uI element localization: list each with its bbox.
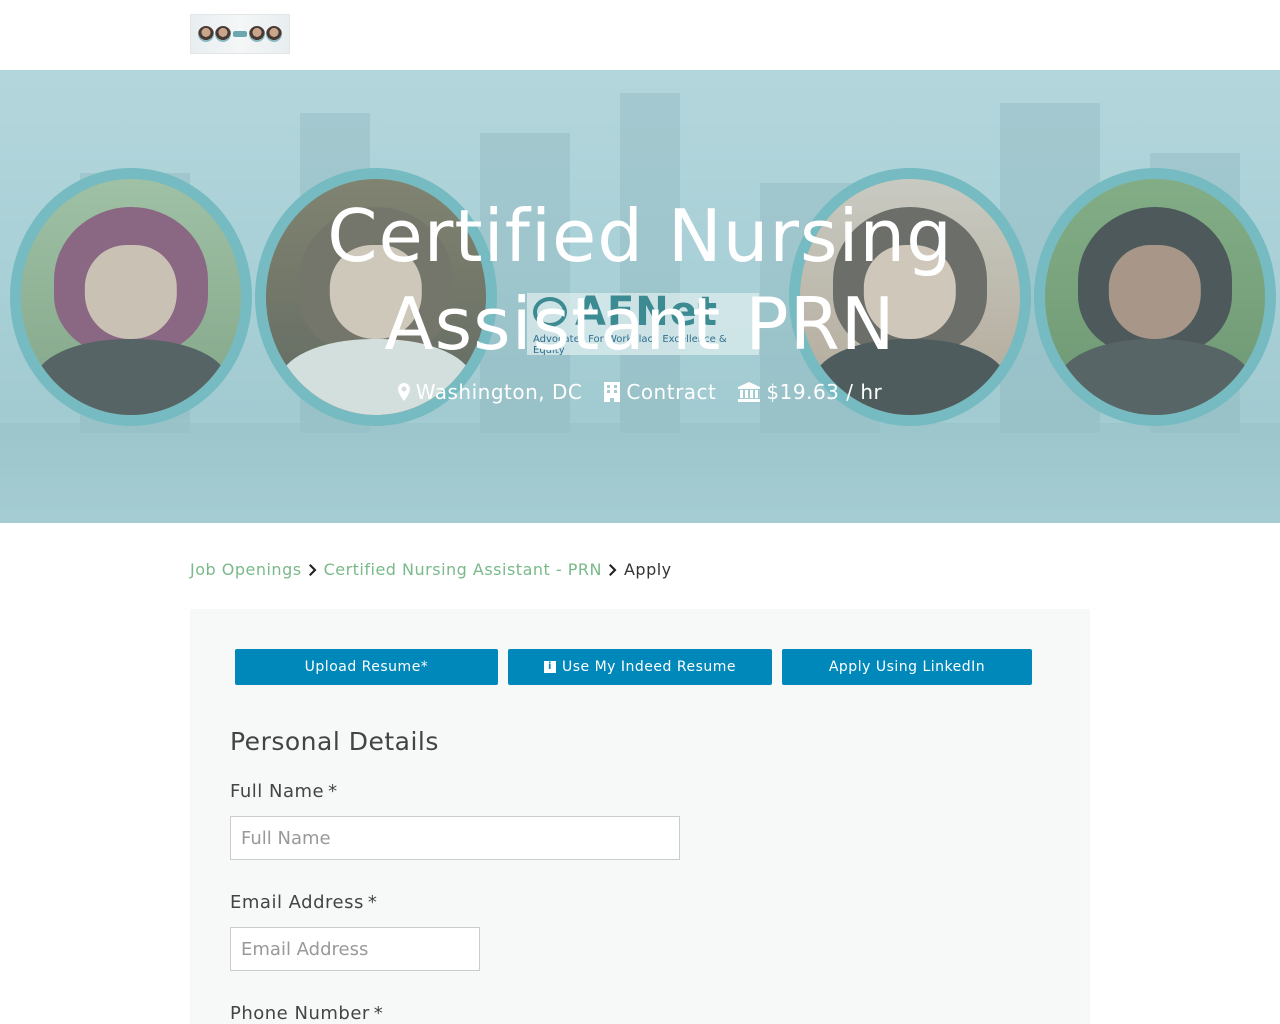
company-logo[interactable] — [190, 14, 290, 54]
linkedin-apply-button[interactable]: Apply Using LinkedIn — [782, 649, 1032, 685]
job-pay-text: $19.63 / hr — [766, 380, 883, 404]
apply-options: Upload Resume* i Use My Indeed Resume Ap… — [235, 649, 1032, 685]
email-label: Email Address * — [230, 892, 377, 913]
indeed-resume-label: Use My Indeed Resume — [561, 659, 736, 675]
indeed-icon: i — [543, 661, 556, 673]
logo-face-3 — [248, 26, 265, 42]
job-type-text: Contract — [626, 380, 717, 404]
linkedin-apply-label: Apply Using LinkedIn — [828, 659, 986, 675]
hero-banner: AFNet Advocates For Workplace Excellence… — [0, 70, 1280, 523]
upload-resume-button[interactable]: Upload Resume* — [235, 649, 498, 685]
job-pay: $19.63 / hr — [738, 380, 882, 404]
logo-face-2 — [215, 26, 232, 42]
personal-details-heading: Personal Details — [230, 727, 439, 756]
breadcrumb-job-openings[interactable]: Job Openings — [190, 560, 302, 579]
required-marker: * — [367, 892, 378, 913]
chevron-right-icon — [308, 563, 317, 576]
job-title: Certified Nursing Assistant PRN — [327, 194, 953, 366]
full-name-input[interactable] — [230, 816, 680, 860]
top-header — [0, 0, 1280, 70]
full-name-label-text: Full Name — [230, 781, 325, 802]
phone-label: Phone Number * — [230, 1003, 383, 1024]
full-name-label: Full Name * — [230, 781, 338, 802]
job-type: Contract — [604, 380, 716, 404]
email-input[interactable] — [230, 927, 480, 971]
application-form-panel: Upload Resume* i Use My Indeed Resume Ap… — [190, 609, 1090, 1024]
job-location-text: Washington, DC — [415, 380, 583, 404]
building-icon — [604, 382, 621, 402]
required-marker: * — [373, 1003, 384, 1024]
job-meta: Washington, DC Contract $19.63 / hr — [190, 380, 1090, 404]
chevron-right-icon — [608, 563, 617, 576]
job-location: Washington, DC — [397, 380, 583, 404]
logo-face-1 — [197, 26, 214, 42]
breadcrumb-job-title[interactable]: Certified Nursing Assistant - PRN — [324, 560, 602, 579]
map-marker-icon — [397, 383, 410, 401]
bank-icon — [738, 382, 761, 402]
logo-face-4 — [266, 26, 283, 42]
breadcrumb-current: Apply — [623, 560, 672, 579]
required-marker: * — [328, 781, 338, 802]
email-label-text: Email Address — [230, 892, 364, 913]
upload-resume-label: Upload Resume* — [304, 659, 429, 675]
breadcrumb: Job Openings Certified Nursing Assistant… — [190, 560, 672, 579]
phone-label-text: Phone Number — [230, 1003, 370, 1024]
logo-mark — [232, 31, 247, 37]
indeed-resume-button[interactable]: i Use My Indeed Resume — [508, 649, 772, 685]
